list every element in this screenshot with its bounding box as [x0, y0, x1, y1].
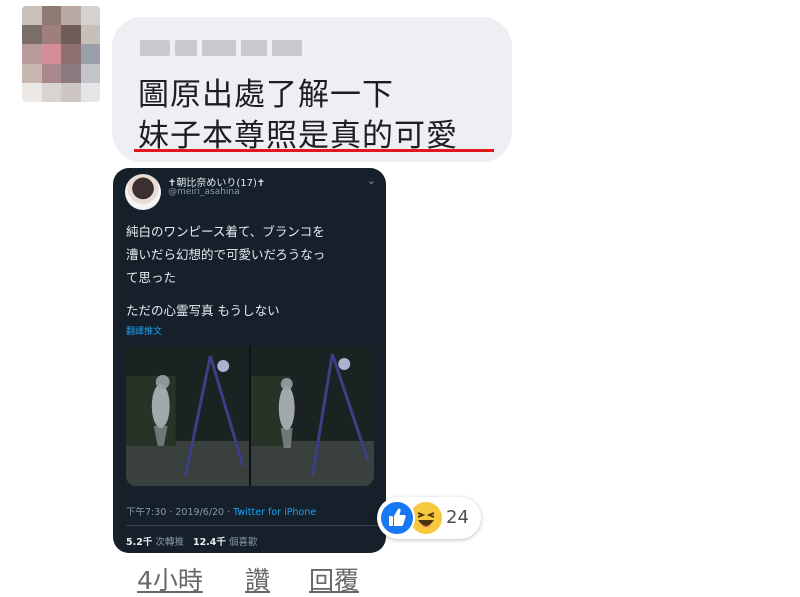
tweet-text-line: ただの心霊写真 もうしない — [126, 303, 280, 318]
tweet-time: 下午7:30 · 2019/6/20 · — [126, 507, 234, 518]
likes-count: 12.4千 — [192, 537, 226, 548]
retweets-count: 5.2千 — [126, 537, 153, 548]
commenter-avatar[interactable] — [22, 6, 100, 102]
like-icon — [379, 500, 415, 536]
divider — [126, 525, 386, 526]
reaction-count: 24 — [446, 507, 469, 528]
like-button[interactable]: 讚 — [245, 561, 270, 597]
tweet-avatar — [125, 174, 161, 210]
comment-author-name-redacted[interactable] — [140, 37, 310, 59]
comment-text-line1: 圖原出處了解一下 — [138, 77, 394, 113]
tweet-timestamp: 下午7:30 · 2019/6/20 · Twitter for iPhone — [126, 504, 316, 518]
comment-bubble: 圖原出處了解一下 妹子本尊照是真的可愛 — [112, 17, 512, 162]
tweet-photos — [126, 346, 374, 486]
tweet-text-line: 漕いだら幻想的で可愛いだろうなっ — [126, 247, 326, 262]
tweet-stats: 5.2千 次轉推 12.4千 個喜歡 — [126, 534, 257, 548]
retweets-label: 次轉推 — [155, 537, 184, 548]
tweet-photo — [126, 346, 249, 486]
likes-label: 個喜歡 — [228, 537, 258, 548]
tweet-text-line: て思った — [126, 270, 177, 285]
translate-tweet-link: 翻譯推文 — [126, 327, 163, 337]
tweet-handle: @meiri_asahina — [168, 187, 240, 197]
tweet-text-line: 純白のワンピース着て、ブランコを — [126, 224, 325, 239]
tweet-text: 純白のワンピース着て、ブランコを 漕いだら幻想的で可愛いだろうなっ て思った た… — [126, 220, 381, 322]
reply-button[interactable]: 回覆 — [309, 561, 359, 597]
tweet-photo — [251, 346, 374, 486]
highlight-underline — [134, 149, 494, 152]
reactions-summary[interactable]: 24 — [377, 497, 481, 539]
tweet-source: Twitter for iPhone — [233, 507, 317, 518]
tweet-screenshot[interactable]: ✝朝比奈めいり(17)✝ @meiri_asahina ⌄ 純白のワンピース着て… — [113, 168, 386, 553]
chevron-down-icon: ⌄ — [366, 174, 376, 187]
timestamp-link[interactable]: 4小時 — [137, 561, 203, 597]
